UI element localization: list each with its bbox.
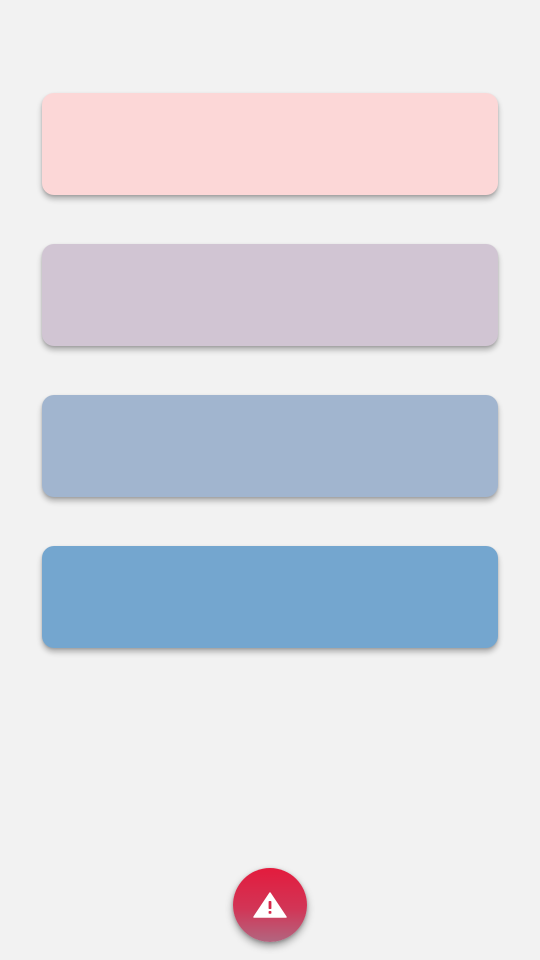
app-screen — [0, 0, 540, 960]
color-card-2[interactable] — [42, 244, 498, 346]
color-card-3[interactable] — [42, 395, 498, 497]
warning-icon — [253, 892, 287, 918]
color-card-1[interactable] — [42, 93, 498, 195]
color-card-4[interactable] — [42, 546, 498, 648]
card-list — [42, 93, 498, 697]
alert-fab-button[interactable] — [233, 868, 307, 942]
